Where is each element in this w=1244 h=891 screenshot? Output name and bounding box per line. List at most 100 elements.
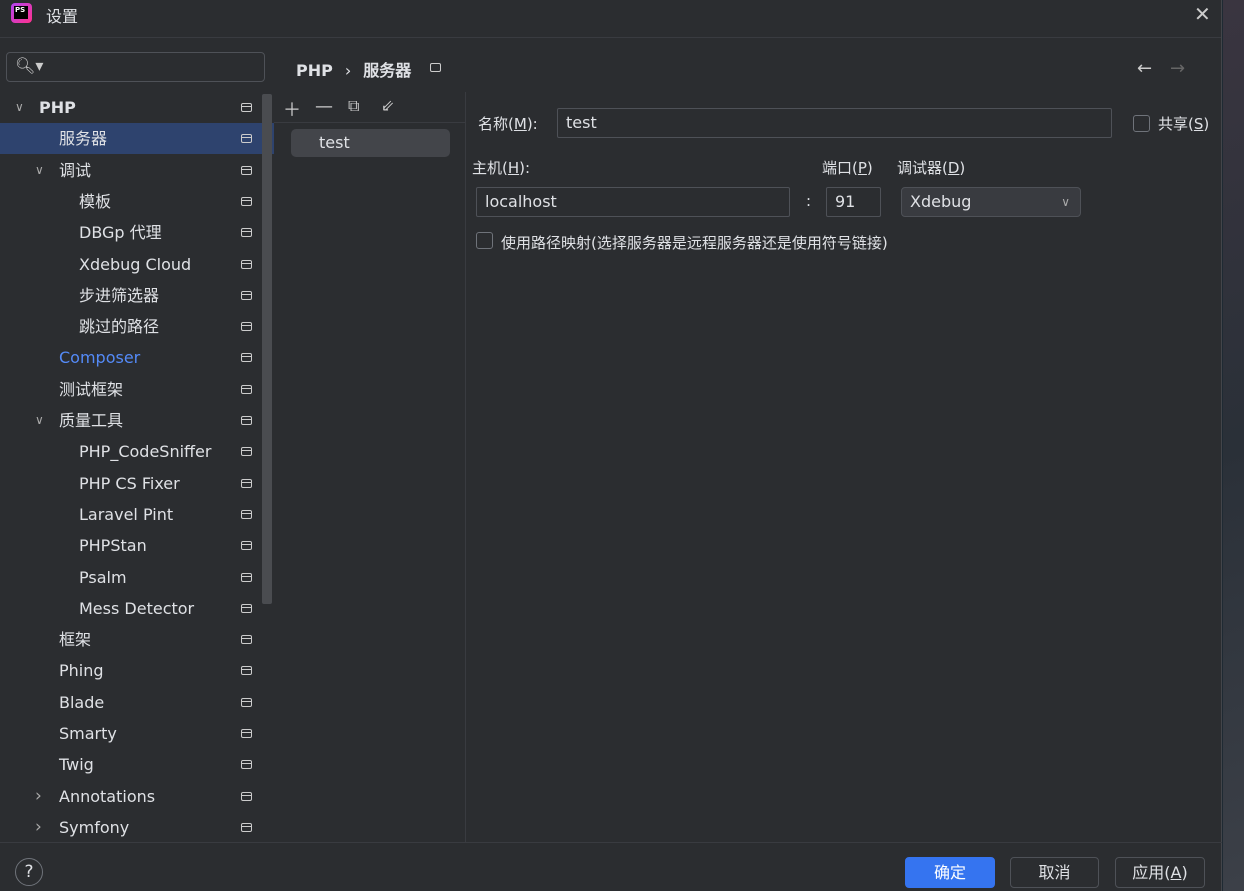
tree-item-label: Mess Detector: [79, 598, 195, 618]
breadcrumb-servers: 服务器: [363, 61, 412, 80]
background-window: [1223, 0, 1244, 891]
phpstorm-logo: PS: [11, 3, 32, 23]
tree-item[interactable]: 跳过的路径: [0, 311, 274, 342]
logo-text: PS: [14, 6, 28, 19]
tree-item[interactable]: PHP_CodeSniffer: [0, 436, 274, 467]
footer: ? 确定 取消 应用(A): [0, 842, 1222, 891]
project-scope-icon: [241, 165, 252, 175]
tree-item-label: Psalm: [79, 567, 127, 587]
tree-item[interactable]: Smarty: [0, 718, 274, 749]
tree-item[interactable]: Composer: [0, 342, 274, 373]
project-scope-icon: [241, 416, 252, 425]
tree-item[interactable]: 步进筛选器: [0, 280, 274, 311]
tree-item[interactable]: Psalm: [0, 562, 274, 593]
project-scope-icon: [241, 103, 252, 112]
path-mapping-checkbox[interactable]: [476, 232, 493, 249]
divider: [274, 122, 465, 123]
name-label: 名称(M):: [478, 115, 538, 133]
tree-item-label: PHPStan: [79, 536, 147, 556]
port-label: 端口(P): [822, 159, 873, 177]
chevron-down-icon[interactable]: ∨: [35, 405, 44, 436]
tree-item[interactable]: 服务器: [0, 123, 274, 155]
tree-item[interactable]: Blade: [0, 687, 274, 718]
host-input[interactable]: localhost: [476, 187, 790, 217]
project-scope-icon: [241, 353, 252, 363]
tree-item-label: PHP CS Fixer: [79, 473, 180, 493]
tree-item[interactable]: ∨ PHP: [0, 92, 274, 123]
tree-item[interactable]: Xdebug Cloud: [0, 249, 274, 280]
host-port-colon: :: [806, 192, 812, 210]
project-scope-icon: [241, 228, 252, 238]
project-scope-icon: [241, 322, 252, 332]
tree-item[interactable]: PHP CS Fixer: [0, 468, 274, 499]
project-scope-icon: [241, 290, 252, 300]
share-checkbox[interactable]: [1133, 115, 1150, 132]
tree-scrollbar[interactable]: [262, 94, 272, 604]
apply-button[interactable]: 应用(A): [1115, 857, 1205, 888]
project-scope-icon: [241, 134, 252, 144]
project-scope-icon: [241, 447, 252, 457]
project-scope-icon: [241, 259, 252, 269]
project-scope-icon: [241, 196, 252, 206]
chevron-down-icon[interactable]: ∨: [15, 92, 24, 123]
tree-item[interactable]: PHPStan: [0, 530, 274, 561]
host-label: 主机(H):: [472, 159, 531, 177]
close-icon[interactable]: ✕: [1194, 2, 1211, 26]
tree-item-label: Blade: [59, 692, 105, 712]
breadcrumb-php[interactable]: PHP: [296, 61, 333, 80]
tree-item[interactable]: 框架: [0, 624, 274, 655]
tree-item[interactable]: Twig: [0, 749, 274, 780]
project-scope-icon: [241, 822, 252, 832]
server-list-item[interactable]: test: [291, 129, 450, 157]
tree-item[interactable]: DBGp 代理: [0, 217, 274, 248]
tree-item[interactable]: Laravel Pint: [0, 499, 274, 530]
tree-item[interactable]: 模板: [0, 186, 274, 217]
debugger-select[interactable]: Xdebug ∨: [901, 187, 1081, 217]
tree-item-label: Twig: [59, 755, 94, 775]
copy-icon[interactable]: ⧉: [348, 96, 359, 116]
server-list-panel: ＋ — ⧉ ⇙ test: [274, 92, 466, 842]
tree-item-label: 服务器: [59, 129, 108, 149]
tree-item[interactable]: Mess Detector: [0, 593, 274, 624]
name-input[interactable]: test: [557, 108, 1112, 138]
add-icon[interactable]: ＋: [283, 96, 301, 122]
ok-button[interactable]: 确定: [905, 857, 995, 888]
debugger-value: Xdebug: [910, 192, 972, 211]
project-scope-icon: [241, 791, 252, 801]
remove-icon[interactable]: —: [315, 96, 333, 117]
tree-item-label: 调试: [59, 160, 92, 180]
tree-item[interactable]: › Symfony: [0, 812, 274, 843]
tree-item-label: PHP: [39, 98, 76, 117]
window-title: 设置: [46, 7, 79, 26]
tree-item-label: Smarty: [59, 724, 117, 743]
settings-dialog: PS 设置 ✕ 🔍︎▾ ∨ PHP 服务器 ∨ 调试模板 DBGp 代理 Xdebug Cl…: [0, 0, 1222, 891]
tree-item[interactable]: ∨ 质量工具: [0, 405, 274, 436]
chevron-right-icon[interactable]: ›: [35, 781, 42, 812]
project-scope-icon: [241, 603, 252, 613]
tree-item[interactable]: ∨ 调试: [0, 155, 274, 186]
chevron-down-icon[interactable]: ∨: [35, 155, 44, 186]
search-input[interactable]: 🔍︎▾: [6, 52, 265, 82]
back-arrow-icon[interactable]: ←: [1137, 58, 1152, 79]
tree-item-label: 步进筛选器: [79, 285, 160, 305]
tree-item[interactable]: 测试框架: [0, 374, 274, 405]
tree-item-label: Xdebug Cloud: [79, 254, 192, 274]
tree-item-label: Composer: [59, 348, 141, 368]
tree-item-label: 跳过的路径: [79, 317, 160, 337]
port-input[interactable]: 91: [826, 187, 881, 217]
cancel-button[interactable]: 取消: [1010, 857, 1099, 888]
tree-item[interactable]: Phing: [0, 655, 274, 686]
project-scope-icon: [241, 697, 252, 707]
project-scope-icon: [241, 509, 252, 519]
help-button[interactable]: ?: [15, 858, 43, 886]
forward-arrow-icon[interactable]: →: [1170, 58, 1185, 79]
project-scope-icon: [241, 384, 252, 394]
import-icon[interactable]: ⇙: [381, 96, 394, 115]
chevron-right-icon[interactable]: ›: [35, 812, 42, 843]
tree-item-label: 框架: [59, 630, 92, 650]
tree-item[interactable]: › Annotations: [0, 781, 274, 812]
tree-item-label: Laravel Pint: [79, 504, 174, 524]
project-scope-icon: [241, 729, 252, 738]
tree-item-label: 模板: [79, 191, 112, 211]
search-icon: 🔍︎▾: [15, 56, 44, 75]
